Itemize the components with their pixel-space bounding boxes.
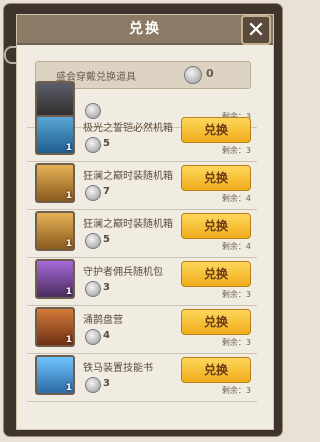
item-name: 涌鹊盘营 [83, 315, 123, 326]
badge: 1 [65, 383, 72, 393]
close-button[interactable]: ✕ [241, 15, 271, 45]
item-name: 守护者佣兵随机包 [83, 267, 163, 278]
stock-text: 剩余：3 [221, 290, 251, 299]
item-cost: 4 [103, 330, 110, 341]
item-name: 狂澜之巅时装随机箱 [83, 171, 173, 182]
exchange-list[interactable]: 剩余：3 1 极光之誓铠必然机箱 5 剩余：3 兑换 1 狂澜之巅时装随机箱 7… [17, 79, 273, 429]
badge: 1 [65, 191, 72, 201]
purple-pack-icon: 1 [35, 259, 75, 299]
gold-chest-icon: 1 [35, 211, 75, 251]
item-cost: 5 [103, 138, 110, 149]
blue-chest-icon: 1 [35, 115, 75, 155]
exchange-button[interactable]: 兑换 [181, 309, 251, 335]
item-cost: 5 [103, 234, 110, 245]
list-item: 1 狂澜之巅时装随机箱 5 剩余：4 兑换 [27, 209, 257, 258]
item-name: 极光之誓铠必然机箱 [83, 123, 173, 134]
item-name: 狂澜之巅时装随机箱 [83, 219, 173, 230]
list-item: 1 涌鹊盘营 4 剩余：3 兑换 [27, 305, 257, 354]
list-item: 1 铁马装置技能书 3 剩余：3 兑换 [27, 353, 257, 402]
stock-text: 剩余：3 [221, 146, 251, 155]
hook-icon [4, 46, 16, 64]
coin-icon [85, 281, 101, 297]
exchange-button[interactable]: 兑换 [181, 165, 251, 191]
stock-text: 剩余：3 [221, 338, 251, 347]
item-cost: 3 [103, 282, 110, 293]
exchange-button[interactable]: 兑换 [181, 261, 251, 287]
item-name: 铁马装置技能书 [83, 363, 153, 374]
coin-icon [85, 185, 101, 201]
coin-icon [85, 233, 101, 249]
coin-icon [85, 137, 101, 153]
dialog-title: 兑换 [17, 15, 273, 45]
badge: 1 [65, 335, 72, 345]
exchange-button[interactable]: 兑换 [181, 213, 251, 239]
scroll-icon: 1 [35, 355, 75, 395]
coin-icon [85, 329, 101, 345]
badge: 1 [65, 143, 72, 153]
stock-text: 剩余：4 [221, 194, 251, 203]
gold-chest-icon: 1 [35, 163, 75, 203]
exchange-button[interactable]: 兑换 [181, 357, 251, 383]
badge: 1 [65, 239, 72, 249]
stock-text: 剩余：3 [221, 386, 251, 395]
item-cost: 3 [103, 378, 110, 389]
list-item: 1 狂澜之巅时装随机箱 7 剩余：4 兑换 [27, 161, 257, 210]
list-item: 1 极光之誓铠必然机箱 5 剩余：3 兑换 [27, 113, 257, 162]
item-cost: 7 [103, 186, 110, 197]
badge: 1 [65, 287, 72, 297]
list-item: 1 守护者佣兵随机包 3 剩余：3 兑换 [27, 257, 257, 306]
coin-icon [85, 377, 101, 393]
red-chest-icon: 1 [35, 307, 75, 347]
exchange-button[interactable]: 兑换 [181, 117, 251, 143]
stock-text: 剩余：4 [221, 242, 251, 251]
dialog-panel: 兑换 ✕ 盛会穿戴兑换道具 0 剩余：3 1 极光之誓铠必然机箱 5 剩余：3 … [16, 14, 274, 430]
